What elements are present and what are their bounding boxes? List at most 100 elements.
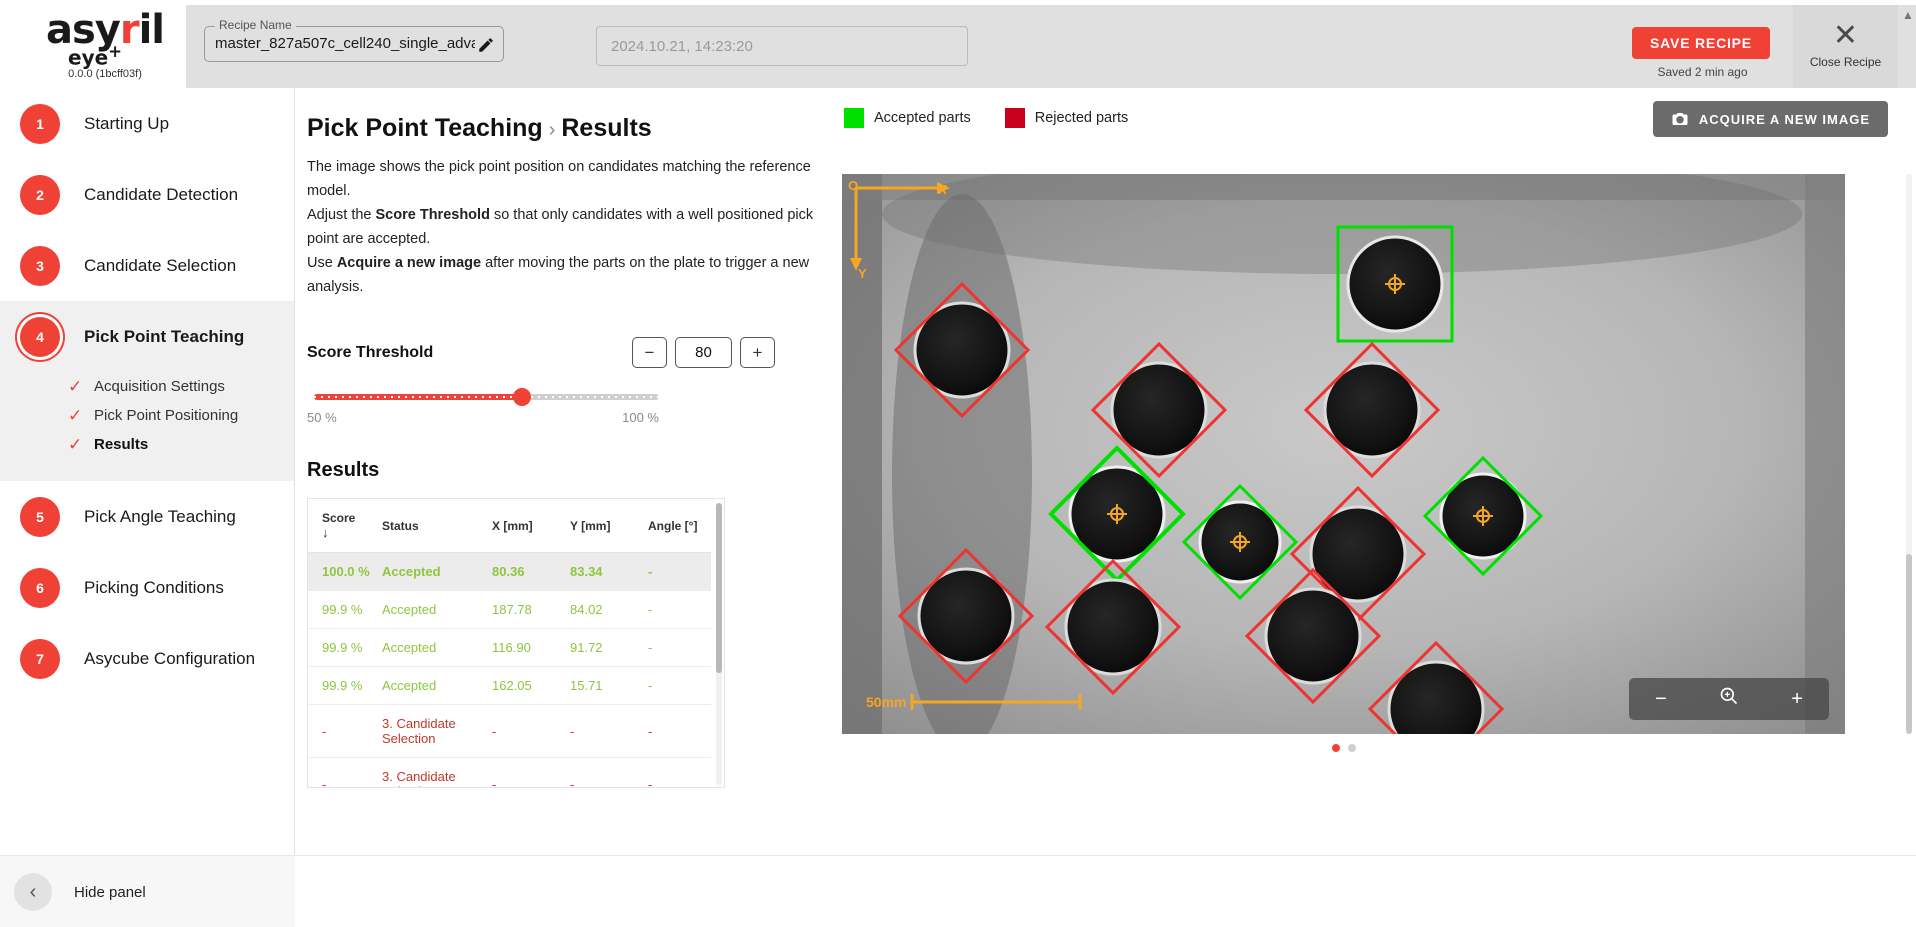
- sidebar-substeps: ✓ Acquisition Settings ✓ Pick Point Posi…: [0, 372, 294, 481]
- slider-max-label: 100 %: [622, 410, 659, 425]
- center-panel: Pick Point Teaching›Results The image sh…: [296, 88, 824, 855]
- results-heading: Results: [307, 459, 824, 482]
- desc3-a: Use: [307, 255, 337, 271]
- slider-tick-dots: [314, 396, 659, 398]
- pager-dot-1[interactable]: [1332, 744, 1340, 752]
- cell-score: -: [308, 758, 376, 789]
- sidebar-item-starting-up[interactable]: 1 Starting Up: [0, 88, 294, 159]
- column-header-score[interactable]: Score ↓: [308, 499, 376, 553]
- top-bar: asyril eye+ 0.0.0 (1bcff03f) Recipe Name…: [0, 0, 1916, 88]
- sidebar-substep-label: Acquisition Settings: [94, 378, 225, 395]
- table-row[interactable]: 99.9 % Accepted 187.78 84.02 -: [308, 591, 711, 629]
- table-row[interactable]: 99.9 % Accepted 162.05 15.71 -: [308, 667, 711, 705]
- recipe-name-value: master_827a507c_cell240_single_advanced_: [215, 35, 475, 52]
- table-row[interactable]: - 3. Candidate Selection - - -: [308, 705, 711, 758]
- description-line-1: The image shows the pick point position …: [307, 155, 817, 203]
- check-icon: ✓: [68, 435, 94, 455]
- sidebar-item-label: Pick Point Teaching: [84, 327, 244, 347]
- step-badge-5: 5: [20, 497, 60, 537]
- viewer-legend: Accepted parts Rejected parts: [844, 108, 1162, 128]
- sidebar-item-pick-angle-teaching[interactable]: 5 Pick Angle Teaching: [0, 481, 294, 552]
- cell-angle: -: [642, 705, 711, 758]
- zoom-in-button[interactable]: +: [1779, 688, 1815, 711]
- recipe-name-field[interactable]: Recipe Name master_827a507c_cell240_sing…: [204, 26, 504, 62]
- cell-status: 3. Candidate Selection: [376, 758, 486, 789]
- image-pager-dots: [824, 744, 1864, 752]
- cell-angle: -: [642, 553, 711, 591]
- zoom-out-button[interactable]: −: [1643, 688, 1679, 711]
- hide-panel-button[interactable]: ‹ Hide panel: [0, 856, 295, 927]
- column-header-angle[interactable]: Angle [°]: [642, 499, 711, 553]
- column-header-y[interactable]: Y [mm]: [564, 499, 642, 553]
- save-recipe-button[interactable]: SAVE RECIPE: [1632, 27, 1770, 59]
- score-threshold-slider[interactable]: 50 % 100 %: [307, 394, 727, 425]
- cell-status: Accepted: [376, 591, 486, 629]
- date-field[interactable]: 2024.10.21, 14:23:20: [596, 26, 968, 66]
- zoom-fit-icon[interactable]: [1707, 686, 1751, 712]
- legend-label-accepted: Accepted parts: [874, 110, 971, 126]
- table-row[interactable]: 100.0 % Accepted 80.36 83.34 -: [308, 553, 711, 591]
- pencil-icon[interactable]: [477, 36, 495, 54]
- table-scrollbar-thumb[interactable]: [716, 503, 722, 673]
- desc3-strong: Acquire a new image: [337, 255, 481, 271]
- step-badge-2: 2: [20, 175, 60, 215]
- table-row[interactable]: 99.9 % Accepted 116.90 91.72 -: [308, 629, 711, 667]
- results-table-body: 100.0 % Accepted 80.36 83.34 - 99.9 % Ac…: [308, 553, 711, 789]
- cell-x: -: [486, 705, 564, 758]
- description-line-2: Adjust the Score Threshold so that only …: [307, 203, 817, 251]
- legend-label-rejected: Rejected parts: [1035, 110, 1129, 126]
- threshold-value-input[interactable]: 80: [675, 337, 732, 368]
- desc2-strong: Score Threshold: [376, 207, 490, 223]
- sidebar-item-candidate-selection[interactable]: 3 Candidate Selection: [0, 230, 294, 301]
- column-header-x[interactable]: X [mm]: [486, 499, 564, 553]
- step-badge-7: 7: [20, 639, 60, 679]
- cell-x: 116.90: [486, 629, 564, 667]
- sidebar-item-pick-point-teaching[interactable]: 4 Pick Point Teaching: [0, 301, 294, 372]
- sidebar-item-asycube-configuration[interactable]: 7 Asycube Configuration: [0, 623, 294, 694]
- table-row[interactable]: - 3. Candidate Selection - - -: [308, 758, 711, 789]
- camera-image-canvas[interactable]: O X Y 50mm − +: [842, 174, 1845, 734]
- sidebar-substep-acquisition-settings[interactable]: ✓ Acquisition Settings: [68, 372, 294, 401]
- sidebar-substep-results[interactable]: ✓ Results: [68, 430, 294, 459]
- cell-status: 3. Candidate Selection: [376, 705, 486, 758]
- cell-status: Accepted: [376, 553, 486, 591]
- threshold-increment-button[interactable]: +: [740, 337, 775, 368]
- acquire-new-image-button[interactable]: ACQUIRE A NEW IMAGE: [1653, 101, 1888, 137]
- camera-image-svg: [842, 174, 1845, 734]
- check-icon: ✓: [68, 377, 94, 397]
- sidebar-substep-pick-point-positioning[interactable]: ✓ Pick Point Positioning: [68, 401, 294, 430]
- cell-x: 162.05: [486, 667, 564, 705]
- viewer-scrollbar[interactable]: [1906, 174, 1912, 734]
- scroll-up-icon[interactable]: ▲: [1902, 8, 1914, 22]
- slider-track[interactable]: [314, 394, 659, 400]
- close-recipe-label: Close Recipe: [1793, 55, 1898, 69]
- results-table-container: Score ↓ Status X [mm] Y [mm] Angle [°] 1…: [307, 498, 725, 788]
- table-scrollbar[interactable]: [716, 503, 722, 785]
- viewer-scrollbar-thumb[interactable]: [1906, 554, 1912, 734]
- sort-descending-icon: ↓: [322, 525, 370, 540]
- desc2-a: Adjust the: [307, 207, 376, 223]
- sidebar-item-label: Candidate Detection: [84, 185, 238, 205]
- pager-dot-2[interactable]: [1348, 744, 1356, 752]
- step-badge-4: 4: [20, 317, 60, 357]
- breadcrumb-parent[interactable]: Pick Point Teaching: [307, 114, 543, 142]
- logo-text-2: il: [139, 7, 164, 53]
- slider-handle[interactable]: [513, 388, 531, 406]
- close-recipe-button[interactable]: ✕ Close Recipe: [1793, 5, 1898, 88]
- cell-y: 84.02: [564, 591, 642, 629]
- cell-y: 15.71: [564, 667, 642, 705]
- cell-score: 99.9 %: [308, 629, 376, 667]
- image-viewer-panel: Accepted parts Rejected parts ACQUIRE A …: [824, 88, 1916, 855]
- sidebar-item-candidate-detection[interactable]: 2 Candidate Detection: [0, 159, 294, 230]
- camera-icon: [1671, 111, 1689, 127]
- sidebar-item-label: Asycube Configuration: [84, 649, 255, 669]
- hide-panel-label: Hide panel: [74, 884, 146, 901]
- cell-score: -: [308, 705, 376, 758]
- column-header-status[interactable]: Status: [376, 499, 486, 553]
- logo-superscript: +: [108, 42, 122, 61]
- threshold-decrement-button[interactable]: −: [632, 337, 667, 368]
- recipe-name-legend: Recipe Name: [215, 18, 296, 32]
- sidebar-item-picking-conditions[interactable]: 6 Picking Conditions: [0, 552, 294, 623]
- sidebar-item-label: Picking Conditions: [84, 578, 224, 598]
- step-badge-1: 1: [20, 104, 60, 144]
